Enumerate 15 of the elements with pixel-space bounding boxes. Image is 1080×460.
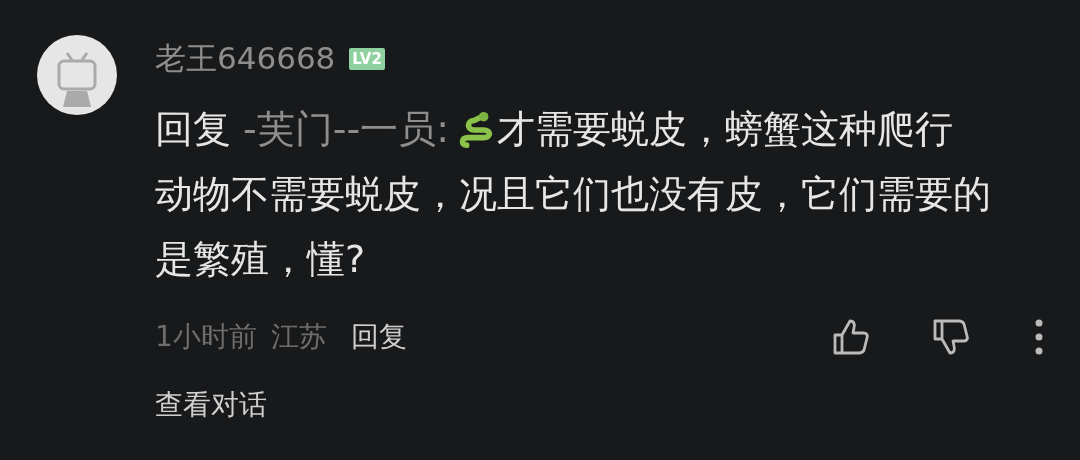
mention-link[interactable]: -芙门--一员: (243, 97, 449, 162)
view-conversation-link[interactable]: 查看对话 (155, 386, 267, 424)
comment-text: 才需要蜕皮，螃蟹这种爬行 (496, 106, 953, 153)
more-icon[interactable] (1035, 319, 1043, 355)
level-badge: LV2 (349, 48, 385, 70)
avatar[interactable] (37, 35, 117, 115)
comment-text: 是繁殖，懂? (155, 236, 366, 283)
reply-label: 回复 (155, 106, 231, 153)
username[interactable]: 老王646668 (155, 38, 336, 80)
thumbs-down-icon[interactable] (931, 317, 971, 357)
location: 江苏 (270, 319, 327, 355)
thumbs-up-icon[interactable] (831, 317, 871, 357)
timestamp: 1小时前 (155, 319, 257, 355)
comment-text: 动物不需要蜕皮，况且它们也没有皮，它们需要的 (155, 171, 991, 218)
reply-button[interactable]: 回复 (340, 318, 407, 356)
